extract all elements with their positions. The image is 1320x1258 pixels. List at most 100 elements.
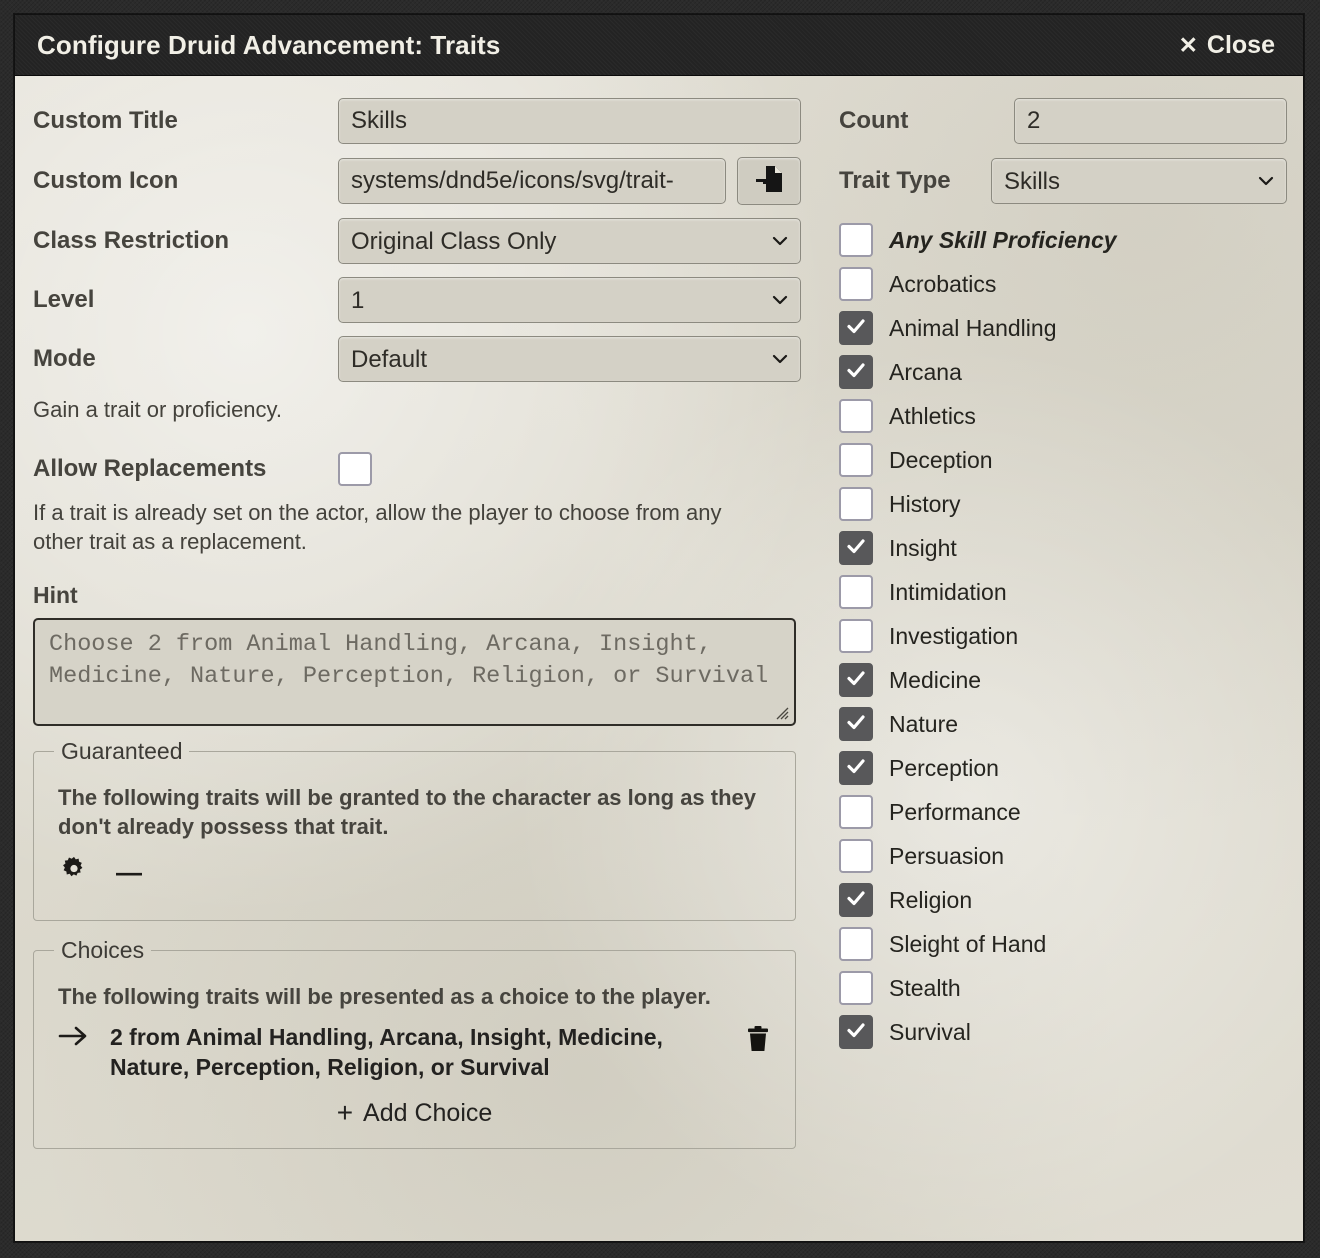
skill-checkbox[interactable] — [839, 223, 873, 257]
field-custom-icon: Custom Icon — [33, 157, 801, 205]
guaranteed-fieldset: Guaranteed The following traits will be … — [33, 738, 796, 921]
hint-textarea[interactable]: Choose 2 from Animal Handling, Arcana, I… — [33, 618, 796, 727]
skill-row[interactable]: Survival — [839, 1010, 1287, 1054]
level-label: Level — [33, 286, 95, 313]
skill-label: Athletics — [889, 402, 976, 429]
arrow-right-icon — [58, 1023, 92, 1052]
skill-checkbox[interactable] — [839, 531, 873, 565]
mode-select[interactable]: Default — [338, 336, 801, 382]
skill-checkbox[interactable] — [839, 795, 873, 829]
skill-checkbox[interactable] — [839, 971, 873, 1005]
skill-label: Investigation — [889, 622, 1019, 649]
field-mode: Mode Default — [33, 336, 801, 382]
check-icon — [845, 359, 867, 386]
check-icon — [845, 755, 867, 782]
skill-checkbox[interactable] — [839, 487, 873, 521]
guaranteed-legend: Guaranteed — [61, 738, 183, 765]
skill-checkbox[interactable] — [839, 619, 873, 653]
skill-row[interactable]: Perception — [839, 746, 1287, 790]
skill-label: Sleight of Hand — [889, 930, 1047, 957]
close-button-label: Close — [1206, 30, 1275, 59]
skill-row[interactable]: Medicine — [839, 658, 1287, 702]
trash-icon[interactable] — [745, 1023, 779, 1058]
skill-label: Arcana — [889, 358, 962, 385]
skill-label: Perception — [889, 754, 999, 781]
skill-checkbox[interactable] — [839, 355, 873, 389]
skill-checkbox[interactable] — [839, 751, 873, 785]
allow-replacements-checkbox[interactable] — [338, 452, 372, 487]
skill-label: Persuasion — [889, 842, 1005, 869]
guaranteed-row: — — [60, 854, 779, 890]
skill-label: Performance — [889, 798, 1021, 825]
skill-checkbox[interactable] — [839, 883, 873, 917]
skill-checkbox[interactable] — [839, 267, 873, 301]
choices-description: The following traits will be presented a… — [58, 983, 711, 1009]
field-allow-replacements: Allow Replacements — [33, 446, 801, 492]
guaranteed-description: The following traits will be granted to … — [58, 785, 757, 840]
close-button[interactable]: ✕ Close — [1173, 27, 1281, 64]
skill-label: Animal Handling — [889, 314, 1057, 341]
skill-checkbox[interactable] — [839, 399, 873, 433]
skill-row[interactable]: Deception — [839, 438, 1287, 482]
skill-label: Religion — [889, 886, 973, 913]
left-column: Custom Title Custom Icon — [33, 98, 811, 1241]
skill-label: Any Skill Proficiency — [889, 226, 1117, 253]
skill-row[interactable]: Sleight of Hand — [839, 922, 1287, 966]
skill-row[interactable]: History — [839, 482, 1287, 526]
skill-checkbox[interactable] — [839, 839, 873, 873]
skill-row[interactable]: Animal Handling — [839, 306, 1287, 350]
skill-row[interactable]: Acrobatics — [839, 262, 1287, 306]
level-select[interactable]: 1 — [338, 277, 801, 323]
count-input[interactable] — [1014, 98, 1287, 144]
skill-checkbox[interactable] — [839, 663, 873, 697]
check-icon — [845, 1019, 867, 1046]
field-level: Level 1 — [33, 277, 801, 323]
skill-row[interactable]: Religion — [839, 878, 1287, 922]
skill-label: Insight — [889, 534, 957, 561]
skill-row[interactable]: Athletics — [839, 394, 1287, 438]
skill-row[interactable]: Any Skill Proficiency — [839, 218, 1287, 262]
skill-row[interactable]: Arcana — [839, 350, 1287, 394]
field-custom-title: Custom Title — [33, 98, 801, 144]
class-restriction-label: Class Restriction — [33, 227, 230, 254]
trait-type-label: Trait Type — [839, 167, 951, 194]
gear-icon[interactable] — [60, 855, 88, 888]
skill-row[interactable]: Intimidation — [839, 570, 1287, 614]
skill-checkbox[interactable] — [839, 927, 873, 961]
skill-checkbox[interactable] — [839, 707, 873, 741]
choice-item-label: 2 from Animal Handling, Arcana, Insight,… — [110, 1023, 663, 1080]
skill-checkbox[interactable] — [839, 575, 873, 609]
skill-row[interactable]: Insight — [839, 526, 1287, 570]
skill-label: Intimidation — [889, 578, 1007, 605]
skill-row[interactable]: Performance — [839, 790, 1287, 834]
skill-label: Medicine — [889, 666, 982, 693]
skill-row[interactable]: Persuasion — [839, 834, 1287, 878]
skill-checkbox[interactable] — [839, 311, 873, 345]
plus-icon: + — [336, 1097, 354, 1129]
dialog-window: Configure Druid Advancement: Traits ✕ Cl… — [14, 14, 1304, 1242]
check-icon — [845, 535, 867, 562]
choice-item: 2 from Animal Handling, Arcana, Insight,… — [58, 1023, 779, 1083]
right-column: Count Trait Type Skills — [811, 98, 1287, 1241]
skill-checkbox[interactable] — [839, 443, 873, 477]
add-choice-button[interactable]: + Add Choice — [50, 1099, 779, 1128]
skill-row[interactable]: Stealth — [839, 966, 1287, 1010]
check-icon — [845, 667, 867, 694]
close-x-icon: ✕ — [1178, 31, 1198, 58]
custom-icon-label: Custom Icon — [33, 167, 179, 194]
skill-row[interactable]: Nature — [839, 702, 1287, 746]
skill-row[interactable]: Investigation — [839, 614, 1287, 658]
custom-title-input[interactable] — [338, 98, 801, 144]
trait-type-select[interactable]: Skills — [991, 158, 1287, 204]
choices-legend: Choices — [61, 936, 145, 963]
choices-fieldset: Choices The following traits will be pre… — [33, 936, 796, 1149]
hint-label: Hint — [33, 582, 78, 609]
class-restriction-select[interactable]: Original Class Only — [338, 218, 801, 264]
mode-label: Mode — [33, 345, 96, 372]
dialog-title: Configure Druid Advancement: Traits — [37, 29, 501, 60]
skill-label: History — [889, 490, 961, 517]
skill-checkbox[interactable] — [839, 1015, 873, 1049]
skill-label: Acrobatics — [889, 270, 997, 297]
custom-icon-input[interactable] — [338, 158, 726, 204]
file-picker-button[interactable] — [737, 157, 801, 205]
